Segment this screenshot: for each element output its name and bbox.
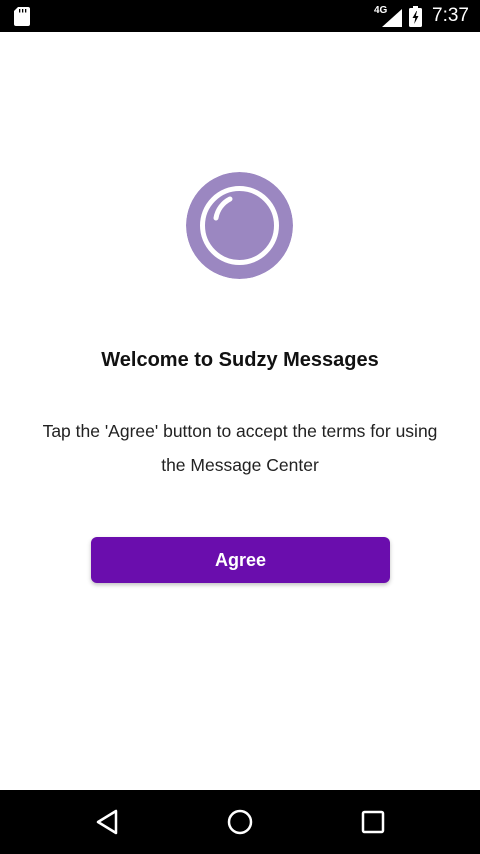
welcome-title: Welcome to Sudzy Messages	[101, 349, 379, 371]
recents-button[interactable]	[357, 806, 389, 838]
status-bar: 4G 7:37	[0, 0, 480, 32]
sd-card-icon	[14, 7, 30, 26]
cell-signal-icon: 4G	[374, 5, 402, 27]
bubble-logo-icon	[186, 172, 293, 279]
home-icon	[227, 809, 253, 835]
agree-button[interactable]: Agree	[91, 537, 390, 583]
status-time: 7:37	[432, 5, 469, 26]
navigation-bar	[0, 790, 480, 854]
back-icon	[96, 809, 118, 835]
back-button[interactable]	[91, 806, 123, 838]
battery-charging-icon	[409, 6, 422, 27]
terms-description: Tap the 'Agree' button to accept the ter…	[42, 421, 438, 475]
recents-icon	[361, 810, 385, 834]
home-button[interactable]	[224, 806, 256, 838]
screen: 4G 7:37 Welcome to Sudzy Messages Tap th…	[0, 0, 480, 854]
